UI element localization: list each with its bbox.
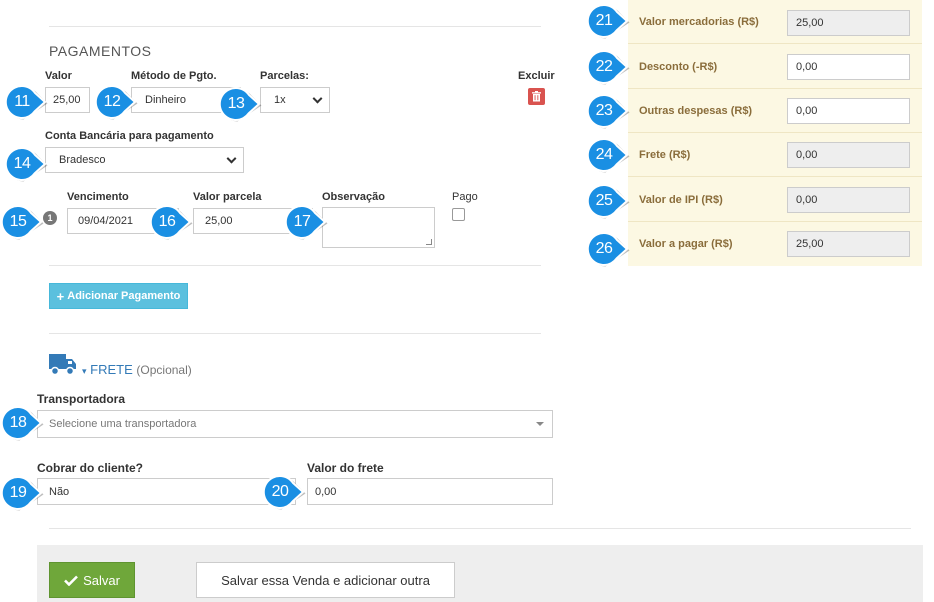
callout-marker-14: 14 bbox=[4, 146, 48, 182]
callout-marker-24: 24 bbox=[586, 137, 630, 173]
divider-top bbox=[49, 26, 541, 27]
callout-marker-17: 17 bbox=[284, 204, 328, 240]
callout-marker-11: 11 bbox=[4, 84, 48, 120]
callout-marker-15: 15 bbox=[0, 204, 44, 240]
callout-marker-23: 23 bbox=[586, 93, 630, 129]
conta-value: Bradesco bbox=[59, 154, 106, 166]
desconto-input[interactable]: 0,00 bbox=[787, 54, 910, 80]
chevron-down-icon bbox=[226, 153, 237, 164]
cobrar-label: Cobrar do cliente? bbox=[37, 461, 144, 475]
cobrar-select[interactable]: Não bbox=[37, 478, 296, 505]
parcelas-select[interactable]: 1x bbox=[260, 87, 330, 113]
excluir-label: Excluir bbox=[518, 70, 555, 82]
divider-footer bbox=[49, 528, 911, 529]
callout-marker-19: 19 bbox=[0, 475, 44, 511]
resize-grip-icon[interactable] bbox=[426, 239, 432, 245]
callout-marker-18: 18 bbox=[0, 405, 44, 441]
vencimento-value: 09/04/2021 bbox=[78, 215, 134, 227]
save-button[interactable]: Salvar bbox=[49, 562, 135, 598]
valor-frete-input[interactable]: 0,00 bbox=[307, 478, 553, 505]
callout-marker-20: 20 bbox=[262, 474, 306, 510]
valor-ipi-label: Valor de IPI (R$) bbox=[639, 194, 723, 206]
pago-label: Pago bbox=[452, 191, 478, 203]
check-icon bbox=[64, 575, 78, 586]
chevron-down-icon bbox=[536, 422, 544, 426]
cobrar-value: Não bbox=[49, 485, 70, 498]
callout-marker-25: 25 bbox=[586, 183, 630, 219]
valor-parcela-label: Valor parcela bbox=[193, 191, 262, 203]
installment-number-badge: 1 bbox=[43, 211, 57, 225]
vencimento-label: Vencimento bbox=[67, 191, 129, 203]
valor-ipi-field: 0,00 bbox=[787, 187, 910, 213]
caret-down-icon: ▾ bbox=[82, 366, 87, 376]
chevron-down-icon bbox=[312, 93, 323, 104]
valor-input[interactable]: 25,00 bbox=[45, 87, 90, 113]
divider-payments bbox=[49, 265, 541, 266]
callout-marker-26: 26 bbox=[586, 231, 630, 267]
callout-marker-22: 22 bbox=[586, 49, 630, 85]
callout-marker-13: 13 bbox=[218, 86, 262, 122]
observacao-textarea[interactable] bbox=[322, 207, 435, 248]
conta-select[interactable]: Bradesco bbox=[45, 147, 244, 173]
frete-total-field: 0,00 bbox=[787, 142, 910, 168]
callout-marker-16: 16 bbox=[149, 204, 193, 240]
payments-section-title: PAGAMENTOS bbox=[49, 43, 152, 59]
frete-optional-label: (Opcional) bbox=[136, 363, 192, 377]
valor-mercadorias-label: Valor mercadorias (R$) bbox=[639, 16, 759, 28]
observacao-label: Observação bbox=[322, 191, 385, 203]
add-payment-label: Adicionar Pagamento bbox=[67, 290, 181, 302]
valor-mercadorias-field: 25,00 bbox=[787, 10, 910, 36]
callout-marker-21: 21 bbox=[586, 3, 630, 39]
footer-bar bbox=[37, 545, 923, 602]
valor-label: Valor bbox=[45, 70, 72, 82]
truck-icon bbox=[49, 352, 77, 379]
frete-title-label: FRETE bbox=[90, 362, 133, 377]
valor-a-pagar-label: Valor a pagar (R$) bbox=[639, 238, 733, 250]
valor-frete-label: Valor do frete bbox=[307, 461, 384, 475]
frete-total-label: Frete (R$) bbox=[639, 149, 691, 161]
desconto-label: Desconto (-R$) bbox=[639, 61, 718, 73]
outras-despesas-input[interactable]: 0,00 bbox=[787, 98, 910, 124]
conta-label: Conta Bancária para pagamento bbox=[45, 130, 214, 142]
valor-parcela-value: 25,00 bbox=[205, 215, 233, 227]
divider-add-payment bbox=[49, 333, 541, 334]
pago-checkbox[interactable] bbox=[452, 208, 465, 221]
metodo-value: Dinheiro bbox=[145, 94, 186, 106]
transportadora-select[interactable]: Selecione uma transportadora bbox=[37, 410, 553, 438]
plus-icon: + bbox=[56, 288, 65, 304]
valor-a-pagar-field: 25,00 bbox=[787, 231, 910, 257]
callout-marker-12: 12 bbox=[94, 84, 138, 120]
frete-section-title[interactable]: ▾ FRETE (Opcional) bbox=[82, 362, 192, 377]
parcelas-value: 1x bbox=[274, 94, 286, 106]
save-and-add-button[interactable]: Salvar essa Venda e adicionar outra bbox=[196, 562, 455, 598]
save-button-label: Salvar bbox=[83, 572, 120, 588]
transportadora-label: Transportadora bbox=[37, 392, 126, 406]
outras-despesas-label: Outras despesas (R$) bbox=[639, 105, 753, 117]
trash-icon[interactable] bbox=[528, 88, 545, 105]
parcelas-label: Parcelas: bbox=[260, 70, 309, 82]
transportadora-placeholder: Selecione uma transportadora bbox=[49, 418, 197, 430]
metodo-label: Método de Pgto. bbox=[131, 70, 217, 82]
add-payment-button[interactable]: + Adicionar Pagamento bbox=[49, 283, 188, 309]
